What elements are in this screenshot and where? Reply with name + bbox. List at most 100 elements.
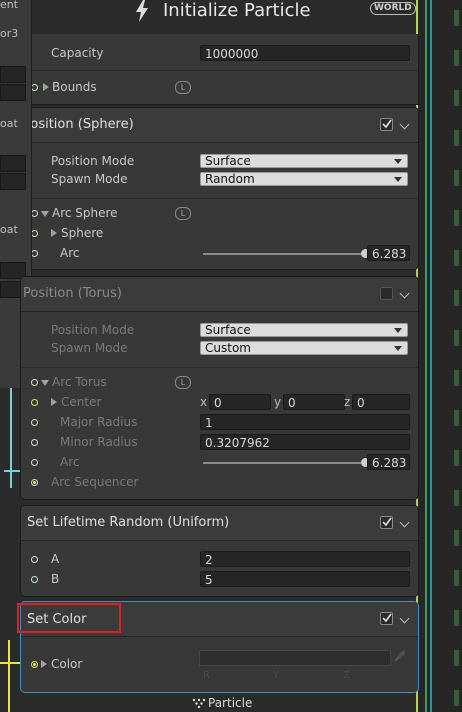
position-mode-select[interactable]: Surface	[200, 154, 408, 168]
arc-label: Arc	[60, 246, 80, 260]
center-y-input[interactable]: 0	[283, 394, 345, 410]
node-header[interactable]: Initialize Particle WORLD	[30, 0, 417, 26]
expand-icon[interactable]	[43, 83, 49, 91]
center-label: Center	[61, 395, 102, 409]
major-radius-port[interactable]	[31, 419, 38, 426]
grid-mark	[454, 130, 459, 146]
b-row: B 5	[21, 570, 418, 590]
arc-value-input[interactable]: 6.283	[367, 245, 410, 261]
expand-icon[interactable]	[41, 660, 47, 668]
left-panel-item: oat	[0, 223, 18, 236]
major-radius-label: Major Radius	[60, 415, 138, 429]
sphere-port[interactable]	[31, 230, 38, 237]
capacity-input[interactable]: 1000000	[200, 45, 410, 61]
arc-torus-port[interactable]	[31, 379, 38, 386]
b-label: B	[51, 572, 60, 586]
bounds-port[interactable]	[31, 84, 38, 91]
grid-mark	[454, 330, 459, 346]
a-label: A	[51, 552, 60, 566]
y-label: y	[274, 395, 282, 409]
arc-port[interactable]	[31, 459, 38, 466]
center-row: Center x 0 y 0 z 0	[21, 393, 418, 413]
bounds-label: Bounds	[52, 80, 97, 94]
grid-mark	[454, 690, 459, 706]
local-space-badge[interactable]: L	[175, 207, 191, 220]
local-space-badge[interactable]: L	[175, 81, 191, 94]
enable-checkbox[interactable]	[380, 612, 393, 625]
b-port[interactable]	[31, 576, 38, 583]
block-header[interactable]: Position (Sphere)	[21, 108, 418, 143]
minor-radius-label: Minor Radius	[60, 435, 138, 449]
context-body: Capacity 1000000 Bounds L	[20, 34, 419, 105]
arc-slider[interactable]	[203, 462, 361, 464]
arc-torus-label: Arc Torus	[52, 375, 107, 389]
spawn-mode-select[interactable]: Custom	[200, 341, 408, 355]
left-panel-item: or3	[0, 27, 19, 40]
arc-value-input[interactable]: 6.283	[367, 454, 410, 470]
position-mode-select[interactable]: Surface	[200, 323, 408, 337]
chevron-down-icon[interactable]	[399, 119, 410, 130]
arc-sphere-row[interactable]: Arc Sphere L	[21, 204, 418, 224]
a-input[interactable]: 2	[200, 551, 410, 567]
center-port[interactable]	[31, 399, 38, 406]
arc-sphere-port[interactable]	[31, 210, 38, 217]
grid-mark	[454, 650, 459, 666]
grid-mark	[454, 90, 459, 106]
minor-radius-input[interactable]: 0.3207962	[200, 434, 410, 450]
arc-sphere-label: Arc Sphere	[52, 206, 118, 220]
minor-radius-port[interactable]	[31, 439, 38, 446]
spawn-mode-select[interactable]: Random	[200, 172, 408, 186]
arc-row: Arc 6.283	[21, 453, 418, 473]
arc-torus-row[interactable]: Arc Torus L	[21, 373, 418, 393]
chevron-down-icon[interactable]	[399, 613, 410, 624]
center-z-input[interactable]: 0	[352, 394, 410, 410]
color-port[interactable]	[31, 661, 38, 668]
chevron-down-icon[interactable]	[399, 288, 410, 299]
a-port[interactable]	[31, 556, 38, 563]
block-header[interactable]: Set Lifetime Random (Uniform)	[21, 506, 418, 541]
major-radius-row: Major Radius 1	[21, 413, 418, 433]
color-swatch-field[interactable]	[199, 650, 391, 666]
grid-mark	[454, 210, 459, 226]
space-badge[interactable]: WORLD	[370, 2, 416, 15]
block-title: Position (Sphere)	[23, 117, 134, 132]
chevron-down-icon[interactable]	[399, 517, 410, 528]
expand-icon[interactable]	[51, 229, 57, 237]
left-panel-field[interactable]	[0, 173, 26, 190]
arc-slider[interactable]	[203, 253, 361, 255]
select-value: Surface	[205, 323, 251, 337]
spawn-mode-row: Spawn Mode Random	[21, 170, 418, 190]
center-x-input[interactable]: 0	[209, 394, 271, 410]
left-panel-field[interactable]	[0, 84, 26, 101]
enable-checkbox[interactable]	[380, 287, 393, 300]
capacity-label: Capacity	[51, 46, 104, 60]
expand-icon[interactable]	[51, 398, 57, 406]
left-panel-field[interactable]	[0, 66, 26, 83]
grid-mark	[454, 250, 459, 266]
enable-checkbox[interactable]	[380, 516, 393, 529]
arc-sequencer-row: Arc Sequencer	[21, 473, 418, 493]
arc-sequencer-port[interactable]	[31, 479, 38, 486]
arc-port[interactable]	[31, 250, 38, 257]
local-space-badge[interactable]: L	[175, 376, 191, 389]
major-radius-input[interactable]: 1	[200, 414, 410, 430]
b-input[interactable]: 5	[200, 571, 410, 587]
grid-mark	[454, 530, 459, 546]
lightning-icon	[136, 0, 148, 22]
edge-line	[425, 0, 427, 712]
r-label: R	[203, 670, 210, 681]
select-value: Custom	[205, 341, 251, 355]
color-label: Color	[51, 657, 83, 671]
left-panel-field[interactable]	[0, 155, 26, 172]
block-header[interactable]: Position (Torus)	[21, 277, 418, 312]
bounds-row[interactable]: Bounds L	[21, 78, 418, 98]
left-panel-item: oat	[0, 117, 18, 130]
arc-row: Arc 6.283	[21, 244, 418, 264]
eyedropper-icon[interactable]	[392, 648, 408, 664]
collapse-icon[interactable]	[41, 380, 49, 386]
select-value: Surface	[205, 154, 251, 168]
spawn-mode-label: Spawn Mode	[51, 341, 128, 355]
enable-checkbox[interactable]	[380, 118, 393, 131]
sphere-row[interactable]: Sphere	[21, 224, 418, 244]
collapse-icon[interactable]	[41, 211, 49, 217]
